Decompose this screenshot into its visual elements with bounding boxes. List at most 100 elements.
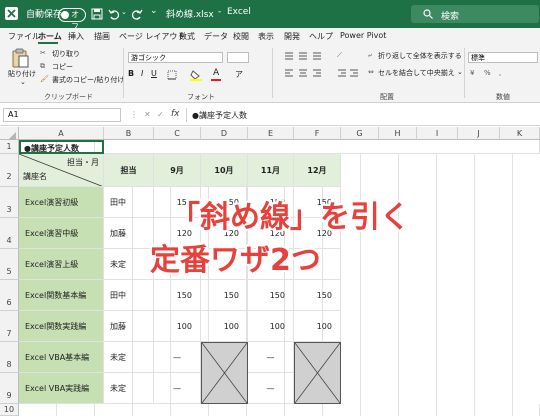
row-header-9[interactable]: 9 (0, 373, 19, 404)
course-cell[interactable]: Excel VBA基本編 (19, 342, 104, 373)
value-cell[interactable]: 150 (201, 280, 248, 311)
column-header-b[interactable]: B (104, 127, 154, 140)
header-month-9[interactable]: 9月 (154, 154, 201, 187)
number-format-combo[interactable]: 標準 (468, 52, 538, 63)
copy-label[interactable]: コピー (52, 62, 73, 72)
crossed-out-cell[interactable] (294, 342, 341, 404)
formula-content[interactable]: ●講座予定人数 (192, 110, 247, 121)
autosave-toggle[interactable]: オフ (58, 8, 86, 31)
tab-draw[interactable]: 描画 (94, 31, 110, 42)
tab-power-pivot[interactable]: Power Pivot (340, 31, 386, 40)
bold-icon[interactable]: B (128, 69, 134, 78)
copy-icon[interactable]: ⧉ (40, 62, 45, 71)
tab-file[interactable]: ファイル (8, 31, 40, 42)
format-painter-icon[interactable]: 🖌 (40, 75, 49, 83)
column-header-h[interactable]: H (379, 127, 417, 140)
merge-center-icon[interactable]: ⇔ (368, 68, 374, 76)
row-header-4[interactable]: 4 (0, 218, 19, 249)
cell-a1-title[interactable]: ●講座予定人数 (19, 140, 104, 154)
enter-icon[interactable]: ✓ (157, 110, 164, 119)
header-tanto[interactable]: 担当 (104, 154, 154, 187)
merge-dropdown-icon[interactable]: ⌄ (457, 68, 463, 76)
header-month-10[interactable]: 10月 (201, 154, 248, 187)
percent-icon[interactable]: % (484, 69, 491, 77)
person-cell[interactable]: 未定 (104, 373, 154, 404)
tab-view[interactable]: 表示 (258, 31, 274, 42)
font-color-icon[interactable]: A (213, 68, 219, 78)
dash-cell[interactable]: — (154, 373, 201, 404)
save-icon[interactable] (91, 8, 103, 20)
paste-icon[interactable] (11, 48, 29, 68)
row-header-10[interactable]: 10 (0, 404, 19, 416)
row-header-6[interactable]: 6 (0, 280, 19, 311)
row-header-8[interactable]: 8 (0, 342, 19, 373)
merge-center-label[interactable]: セルを結合して中央揃え (378, 68, 455, 78)
header-month-12[interactable]: 12月 (294, 154, 341, 187)
row-1-cells[interactable] (104, 140, 540, 154)
comma-style-icon[interactable]: , (499, 69, 501, 77)
value-cell[interactable]: 100 (201, 311, 248, 342)
column-header-i[interactable]: I (417, 127, 458, 140)
cut-label[interactable]: 切り取り (52, 49, 80, 59)
course-cell[interactable]: Excel演習上級 (19, 249, 104, 280)
column-header-f[interactable]: F (294, 127, 341, 140)
redo-icon[interactable] (131, 8, 143, 20)
person-cell[interactable]: 田中 (104, 187, 154, 218)
row-10-cells[interactable] (19, 404, 540, 416)
value-cell[interactable]: 100 (248, 311, 294, 342)
course-cell[interactable]: Excel関数基本編 (19, 280, 104, 311)
indent-icons[interactable] (337, 68, 359, 78)
value-cell[interactable]: 150 (248, 280, 294, 311)
wrap-text-label[interactable]: 折り返して全体を表示する (378, 51, 462, 61)
value-cell[interactable]: 150 (294, 280, 341, 311)
cut-icon[interactable]: ✂ (40, 49, 46, 57)
tab-page-layout[interactable]: ページ レイアウト (119, 31, 185, 42)
row-header-1[interactable]: 1 (0, 140, 19, 154)
row-header-7[interactable]: 7 (0, 311, 19, 342)
dash-cell[interactable]: — (248, 342, 294, 373)
person-cell[interactable]: 加藤 (104, 218, 154, 249)
column-header-e[interactable]: E (248, 127, 294, 140)
course-cell[interactable]: Excel演習初級 (19, 187, 104, 218)
tab-insert[interactable]: 挿入 (68, 31, 84, 42)
search-box[interactable]: 検索 (411, 5, 539, 23)
column-header-a[interactable]: A (19, 127, 104, 140)
cancel-icon[interactable]: ✕ (144, 110, 151, 119)
italic-icon[interactable]: I (141, 69, 143, 78)
font-size-combo[interactable] (227, 52, 249, 63)
tab-data[interactable]: データ (204, 31, 228, 42)
value-cell[interactable]: 100 (294, 311, 341, 342)
dash-cell[interactable]: — (248, 373, 294, 404)
vertical-align-icons[interactable] (284, 51, 324, 61)
paste-dropdown-icon[interactable]: ⌄ (20, 78, 26, 86)
value-cell[interactable]: 150 (154, 280, 201, 311)
column-header-k[interactable]: K (500, 127, 540, 140)
borders-icon[interactable] (167, 70, 177, 80)
insert-function-icon[interactable]: fx (171, 109, 180, 119)
course-cell[interactable]: Excel VBA実践編 (19, 373, 104, 404)
course-cell[interactable]: Excel演習中級 (19, 218, 104, 249)
select-all-corner[interactable] (0, 127, 19, 140)
font-name-combo[interactable]: 游ゴシック (128, 52, 223, 63)
crossed-out-cell[interactable] (201, 342, 248, 404)
tab-home[interactable]: ホーム (38, 31, 62, 42)
person-cell[interactable]: 未定 (104, 342, 154, 373)
horizontal-align-icons[interactable] (284, 68, 324, 78)
column-header-j[interactable]: J (458, 127, 500, 140)
name-box-menu-icon[interactable]: ⋮ (130, 110, 138, 119)
customize-toolbar-icon[interactable]: ⌄ (150, 6, 158, 16)
currency-icon[interactable]: ¥ (470, 69, 474, 77)
row-header-5[interactable]: 5 (0, 249, 19, 280)
header-month-11[interactable]: 11月 (248, 154, 294, 187)
name-box[interactable]: A1 (3, 108, 121, 122)
tab-review[interactable]: 校閲 (233, 31, 249, 42)
course-cell[interactable]: Excel関数実践編 (19, 311, 104, 342)
tab-formulas[interactable]: 数式 (179, 31, 195, 42)
row-header-2[interactable]: 2 (0, 154, 19, 187)
tab-developer[interactable]: 開発 (284, 31, 300, 42)
column-header-g[interactable]: G (341, 127, 379, 140)
undo-icon[interactable] (108, 8, 120, 20)
person-cell[interactable]: 加藤 (104, 311, 154, 342)
person-cell[interactable]: 田中 (104, 280, 154, 311)
tab-help[interactable]: ヘルプ (309, 31, 333, 42)
